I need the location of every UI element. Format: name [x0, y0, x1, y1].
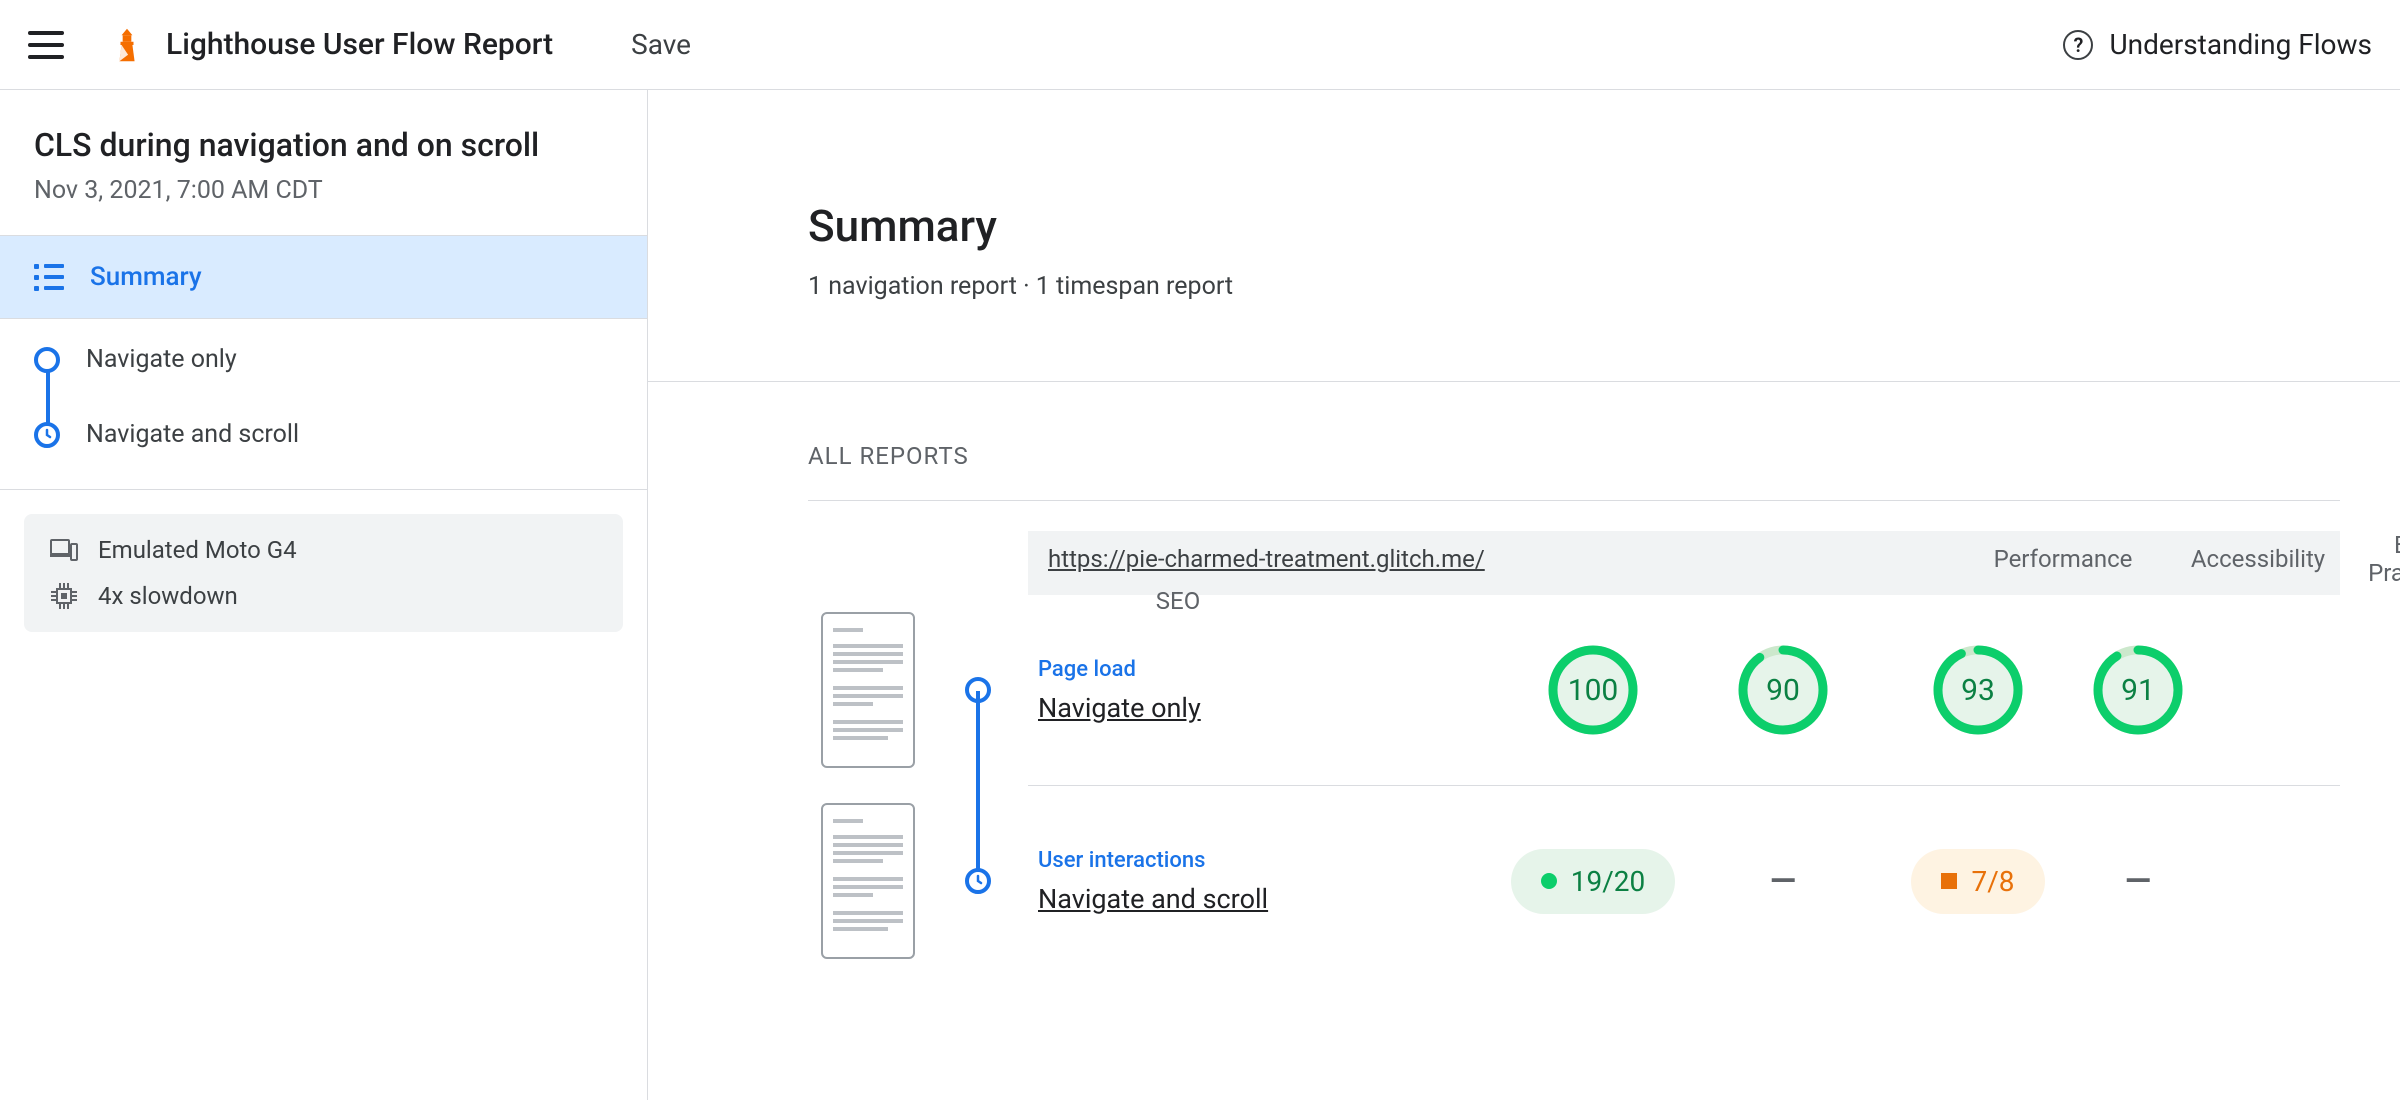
summary-list-icon	[34, 262, 64, 292]
reports-table: https://pie-charmed-treatment.glitch.me/…	[808, 531, 2340, 976]
score-accessibility: —	[1688, 861, 1878, 901]
env-throttle-row: 4x slowdown	[50, 582, 597, 610]
flow-date: Nov 3, 2021, 7:00 AM CDT	[34, 176, 613, 205]
sidebar-steps: Navigate only Navigate and scroll	[0, 319, 647, 490]
step-name-link[interactable]: Navigate only	[1038, 692, 1498, 724]
thumbnail-cell	[808, 612, 928, 768]
help-icon: ?	[2063, 30, 2093, 60]
app-title: Lighthouse User Flow Report	[166, 27, 553, 62]
step-type-label: Page load	[1038, 657, 1498, 682]
reports-label: ALL REPORTS	[808, 442, 2340, 470]
cpu-icon	[50, 582, 78, 610]
screenshot-thumbnail[interactable]	[821, 803, 915, 959]
score-performance[interactable]: 19/20	[1498, 849, 1688, 914]
score-performance[interactable]: 100	[1498, 642, 1688, 738]
col-seo: SEO	[1048, 587, 1308, 615]
score-best-practices[interactable]: 7/8	[1878, 849, 2078, 914]
sidebar-step-navigate-and-scroll[interactable]: Navigate and scroll	[34, 420, 613, 449]
sidebar-item-summary[interactable]: Summary	[0, 236, 647, 318]
thumbnail-cell	[808, 803, 928, 959]
step-type-label: User interactions	[1038, 848, 1498, 873]
score-accessibility[interactable]: 90	[1688, 642, 1878, 738]
col-performance: Performance	[1968, 545, 2158, 573]
col-accessibility: Accessibility	[2158, 545, 2358, 573]
table-header-row: https://pie-charmed-treatment.glitch.me/…	[1028, 531, 2340, 595]
env-throttle-label: 4x slowdown	[98, 582, 238, 610]
save-button[interactable]: Save	[631, 28, 691, 61]
device-icon	[50, 536, 78, 564]
sidebar-header: CLS during navigation and on scroll Nov …	[0, 90, 647, 236]
understanding-flows-link[interactable]: ? Understanding Flows	[2063, 28, 2372, 61]
timespan-marker-icon	[34, 422, 60, 448]
help-link-text: Understanding Flows	[2109, 28, 2372, 61]
table-row: User interactions Navigate and scroll 19…	[808, 786, 2340, 976]
sidebar-env: Emulated Moto G4 4x slowdown	[0, 490, 647, 656]
screenshot-thumbnail[interactable]	[821, 612, 915, 768]
score-seo[interactable]: 91	[2078, 642, 2198, 738]
main-header: Summary 1 navigation report · 1 timespan…	[648, 90, 2400, 382]
navigation-marker-icon	[34, 347, 60, 373]
lighthouse-icon	[112, 26, 142, 64]
main-content: Summary 1 navigation report · 1 timespan…	[648, 90, 2400, 1100]
reports-block: ALL REPORTS https://pie-charmed-treatmen…	[648, 382, 2400, 976]
page-subtitle: 1 navigation report · 1 timespan report	[808, 272, 2400, 301]
flow-title: CLS during navigation and on scroll	[34, 126, 613, 164]
env-device-row: Emulated Moto G4	[50, 536, 597, 564]
score-seo: —	[2078, 861, 2198, 901]
sidebar-nav: Summary	[0, 236, 647, 319]
hamburger-icon[interactable]	[28, 31, 64, 59]
sidebar-step-navigate-only[interactable]: Navigate only	[34, 345, 613, 374]
page-title: Summary	[808, 200, 2400, 252]
step-label: Navigate and scroll	[86, 420, 299, 449]
sidebar: CLS during navigation and on scroll Nov …	[0, 90, 648, 1100]
table-row: Page load Navigate only 100 90 93	[808, 595, 2340, 785]
step-name-link[interactable]: Navigate and scroll	[1038, 883, 1498, 915]
summary-label: Summary	[90, 262, 202, 292]
col-best-practices: Best Practices	[2358, 531, 2400, 587]
timeline-cell	[928, 786, 1028, 976]
timespan-marker-icon	[965, 868, 991, 894]
score-best-practices[interactable]: 93	[1878, 642, 2078, 738]
step-label: Navigate only	[86, 345, 237, 374]
topbar: Lighthouse User Flow Report Save ? Under…	[0, 0, 2400, 90]
env-device-label: Emulated Moto G4	[98, 536, 297, 564]
tested-url-link[interactable]: https://pie-charmed-treatment.glitch.me/	[1048, 545, 1778, 573]
